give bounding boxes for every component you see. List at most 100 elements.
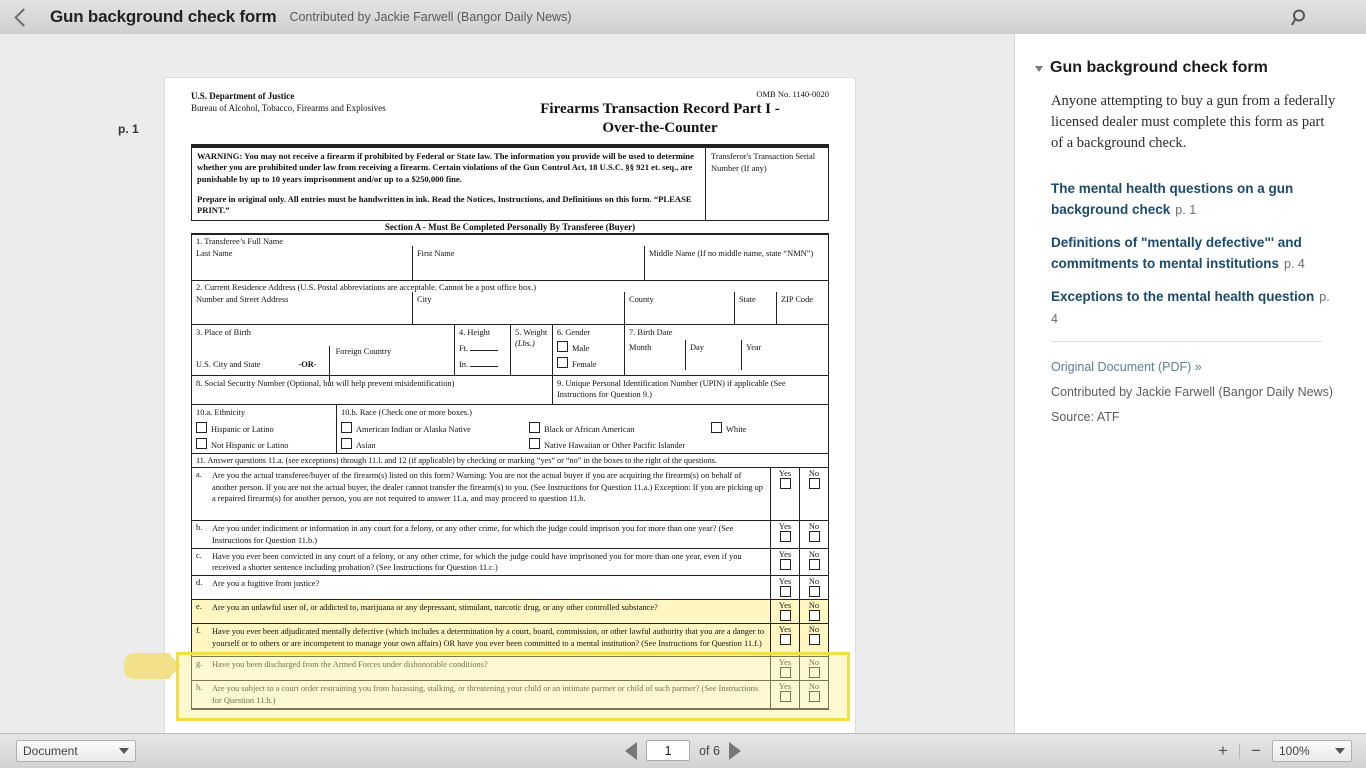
- q10a-label: 10.a. Ethnicity: [196, 408, 246, 418]
- no-checkbox[interactable]: [808, 478, 820, 490]
- previous-page-button[interactable]: [625, 741, 638, 760]
- yes-column: Yes: [770, 600, 799, 624]
- transferor-serial-field: Transferor's Transaction Serial Number (…: [711, 151, 816, 173]
- middle-name-field[interactable]: Middle Name (If no middle name, state “N…: [644, 246, 828, 281]
- answer-boxes: Yes No: [770, 624, 828, 657]
- yes-checkbox[interactable]: [779, 667, 791, 679]
- answer-boxes: Yes No: [770, 521, 828, 548]
- q3-us-label: U.S. City and State: [196, 359, 261, 369]
- yes-checkbox[interactable]: [779, 610, 791, 622]
- sidebar-annotation-links: The mental health questions on a gun bac…: [1051, 178, 1338, 330]
- sidebar-link-page: p. 4: [1284, 257, 1305, 271]
- birth-day-field[interactable]: Day: [685, 340, 741, 371]
- zoom-level-select[interactable]: 100%: [1272, 740, 1352, 762]
- sidebar-description: Anyone attempting to buy a gun from a fe…: [1051, 93, 1336, 151]
- document-canvas[interactable]: p. 1 OMB No. 1140-0020 U.S. Department o…: [0, 34, 1014, 734]
- gender-male-checkbox[interactable]: [557, 341, 568, 353]
- zip-code-field[interactable]: ZIP Code: [776, 292, 828, 325]
- height-field[interactable]: 4. Height Ft. In.: [454, 325, 510, 376]
- birth-date-field[interactable]: 7. Birth Date Month Day Year: [624, 325, 828, 376]
- yes-column: Yes: [770, 624, 799, 657]
- race-black-checkbox[interactable]: [529, 422, 540, 434]
- birth-year-field[interactable]: Year: [741, 340, 828, 371]
- form-title: Firearms Transaction Record Part I - Ove…: [495, 100, 825, 138]
- race-asian-checkbox[interactable]: [341, 438, 352, 450]
- no-checkbox[interactable]: [808, 586, 820, 598]
- zoom-out-button[interactable]: −: [1249, 742, 1263, 759]
- page-number-input[interactable]: 1: [646, 740, 691, 761]
- question-letter: c.: [196, 550, 202, 560]
- no-column: No: [799, 521, 828, 548]
- question-letter: g.: [196, 659, 203, 669]
- yes-checkbox[interactable]: [779, 478, 791, 490]
- first-name-field[interactable]: First Name: [412, 246, 644, 281]
- sidebar-divider: [1051, 341, 1322, 342]
- sidebar-annotation-link[interactable]: Exceptions to the mental health question…: [1051, 286, 1338, 330]
- annotation-marker[interactable]: [124, 653, 181, 679]
- question-text: Are you the actual transferee/buyer of t…: [212, 471, 763, 503]
- document-viewer-app: Gun background check form Contributed by…: [0, 0, 1366, 768]
- no-checkbox[interactable]: [808, 531, 820, 543]
- last-name-field[interactable]: Last Name: [192, 246, 412, 280]
- atf-form: OMB No. 1140-0020 U.S. Department of Jus…: [165, 78, 855, 734]
- no-checkbox[interactable]: [808, 634, 820, 646]
- form-grid: 1. Transferee’s Full Name Last Name Firs…: [191, 235, 829, 710]
- no-checkbox[interactable]: [808, 667, 820, 679]
- form-title-line1: Firearms Transaction Record Part I -: [540, 101, 780, 117]
- no-column: No: [799, 548, 828, 576]
- question-row: g. Have you been discharged from the Arme…: [192, 657, 828, 682]
- yes-checkbox[interactable]: [779, 531, 791, 543]
- yes-column: Yes: [770, 548, 799, 576]
- no-label: No: [808, 549, 820, 559]
- race-american-indian-checkbox[interactable]: [341, 422, 352, 434]
- q10b-opt4-label: Asian: [356, 441, 376, 451]
- question-list: a. Are you the actual transferee/buyer of…: [192, 468, 828, 709]
- weight-field[interactable]: 5. Weight (Lbs.): [510, 325, 552, 376]
- search-button[interactable]: [1291, 8, 1310, 27]
- race-white-checkbox[interactable]: [711, 422, 722, 434]
- chevron-down-icon[interactable]: [1035, 66, 1043, 72]
- no-label: No: [808, 625, 820, 635]
- ethnicity-hispanic-checkbox[interactable]: [196, 422, 207, 434]
- sidebar-annotation-link[interactable]: Definitions of "mentally defective"' and…: [1051, 232, 1338, 275]
- yes-checkbox[interactable]: [779, 634, 791, 646]
- yes-checkbox[interactable]: [779, 558, 791, 570]
- original-document-link[interactable]: Original Document (PDF) »: [1051, 355, 1338, 380]
- sidebar-annotation-link[interactable]: The mental health questions on a gun bac…: [1051, 178, 1338, 221]
- question-10-row: 10.a. Ethnicity Hispanic or Latino Not H…: [192, 405, 828, 455]
- q7-label: 7. Birth Date: [629, 328, 673, 338]
- race-pacific-islander-checkbox[interactable]: [529, 438, 540, 450]
- next-page-button[interactable]: [728, 741, 741, 760]
- back-button[interactable]: [0, 0, 46, 34]
- question-1-block: 1. Transferee’s Full Name Last Name Firs…: [192, 235, 828, 282]
- no-checkbox[interactable]: [808, 610, 820, 622]
- answer-boxes: Yes No: [770, 600, 828, 624]
- yes-column: Yes: [770, 521, 799, 548]
- place-of-birth-field[interactable]: 3. Place of Birth U.S. City and State -O…: [192, 325, 454, 383]
- question-letter: e.: [196, 602, 202, 612]
- sidebar-link-label: Exceptions to the mental health question: [1051, 289, 1315, 304]
- q3-or-label: -OR-: [298, 359, 317, 369]
- ethnicity-not-hispanic-checkbox[interactable]: [196, 438, 207, 450]
- yes-checkbox[interactable]: [779, 691, 791, 703]
- state-field[interactable]: State: [734, 292, 776, 325]
- city-field[interactable]: City: [412, 292, 624, 325]
- gender-field[interactable]: 6. Gender Male Female: [552, 325, 624, 376]
- info-sidebar: Gun background check form Anyone attempt…: [1014, 34, 1366, 734]
- question-1-header: 1. Transferee’s Full Name: [196, 237, 283, 247]
- yes-checkbox[interactable]: [779, 586, 791, 598]
- street-address-field[interactable]: Number and Street Address: [192, 292, 412, 324]
- zoom-in-button[interactable]: +: [1216, 742, 1230, 759]
- q4-label: 4. Height: [459, 328, 491, 338]
- county-field[interactable]: County: [624, 292, 734, 325]
- zoom-controls: + − 100%: [1216, 740, 1352, 762]
- no-checkbox[interactable]: [808, 558, 820, 570]
- menu-button[interactable]: [1330, 13, 1352, 22]
- gender-female-checkbox[interactable]: [557, 357, 568, 369]
- sidebar-title-row: Gun background check form: [1035, 58, 1338, 78]
- upin-field[interactable]: 9. Unique Personal Identification Number…: [552, 376, 828, 405]
- sidebar-title: Gun background check form: [1050, 59, 1268, 76]
- ssn-field[interactable]: 8. Social Security Number (Optional, but…: [192, 376, 552, 404]
- birth-month-field[interactable]: Month: [625, 340, 685, 370]
- no-checkbox[interactable]: [808, 691, 820, 703]
